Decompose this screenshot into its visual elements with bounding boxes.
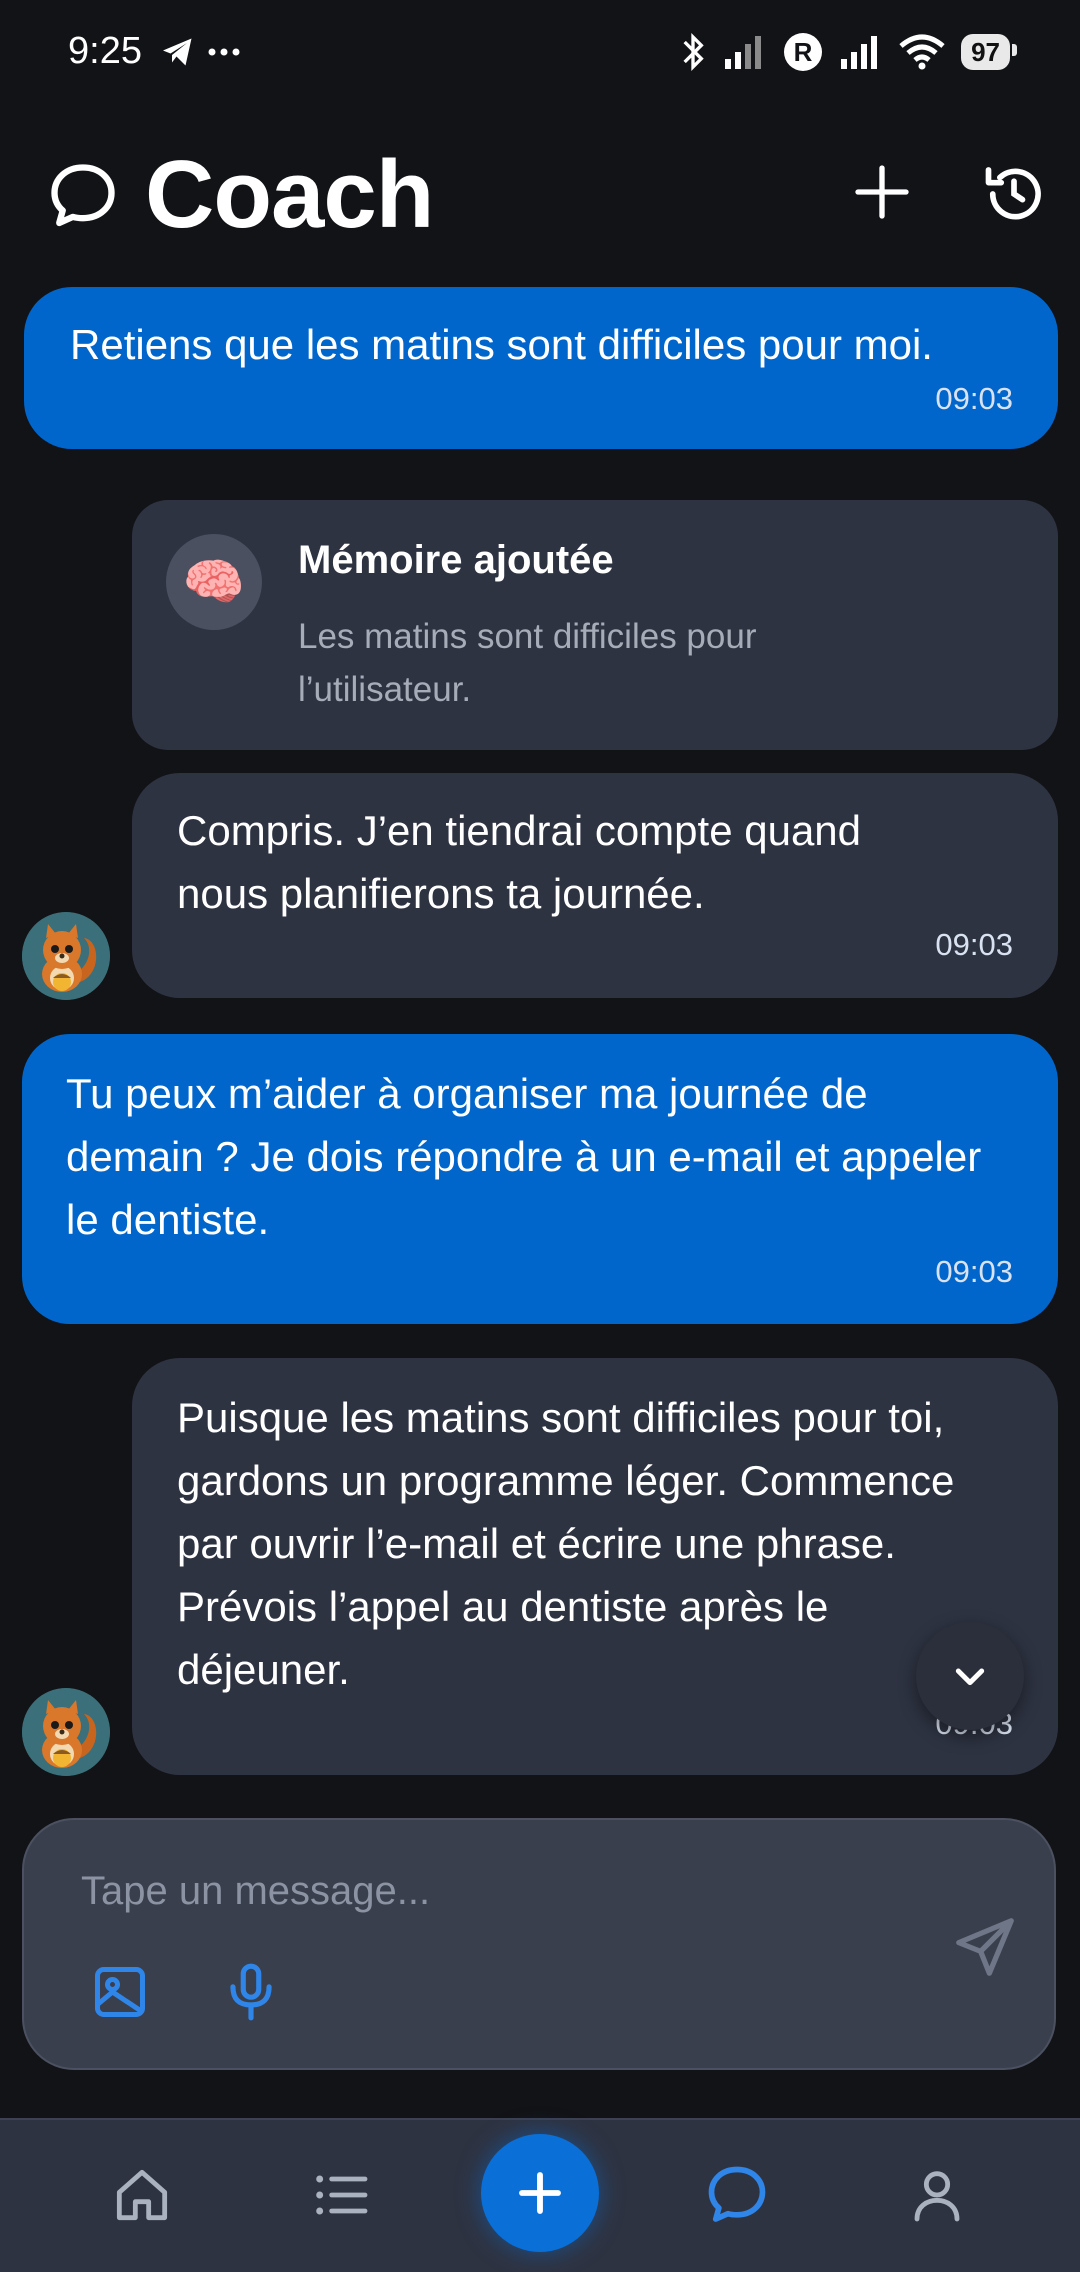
status-bar: 9:25 R 97 (0, 0, 1080, 110)
chat-bubble-icon (51, 164, 115, 227)
profile-icon (914, 2171, 960, 2222)
battery-indicator: 97 (961, 34, 1017, 70)
add-icon (519, 2172, 561, 2214)
message-composer (22, 1818, 1056, 2070)
bottom-navigation (0, 2118, 1080, 2272)
page-title: Coach (145, 141, 434, 248)
message-input[interactable] (79, 1860, 923, 1922)
new-chat-button[interactable] (850, 160, 914, 224)
assistant-message: Compris. J’en tiendrai compte quand nous… (132, 773, 1058, 998)
status-left-icons (160, 34, 242, 70)
assistant-message: Puisque les matins sont difficiles pour … (132, 1358, 1058, 1775)
svg-text:R: R (794, 37, 813, 67)
message-text: Tu peux m’aider à organiser ma journée d… (66, 1070, 982, 1243)
telegram-icon (163, 38, 192, 66)
history-button[interactable] (980, 160, 1048, 228)
home-icon (116, 2169, 168, 2221)
memory-title: Mémoire ajoutée (298, 538, 614, 582)
avatar (22, 912, 110, 1000)
signal-icon-2 (841, 36, 878, 69)
nav-list[interactable] (281, 2120, 401, 2270)
user-message: Retiens que les matins sont difficiles p… (24, 287, 1058, 449)
scroll-to-bottom-button[interactable] (916, 1622, 1024, 1730)
wifi-icon (899, 34, 945, 70)
squirrel-avatar-icon (22, 1688, 110, 1776)
microphone-button[interactable] (220, 1960, 282, 2024)
nav-chat[interactable] (677, 2120, 797, 2270)
message-text: Compris. J’en tiendrai compte quand nous… (177, 807, 862, 917)
message-time: 09:03 (935, 927, 1013, 962)
bluetooth-icon (683, 32, 704, 72)
memory-card: 🧠 Mémoire ajoutée Les matins sont diffic… (132, 500, 1058, 750)
roaming-icon: R (784, 33, 823, 71)
more-dots-icon (208, 48, 240, 56)
image-attach-button[interactable] (90, 1962, 150, 2022)
squirrel-avatar-icon (22, 912, 110, 1000)
message-time: 09:03 (935, 1254, 1013, 1289)
status-time: 9:25 (68, 30, 142, 72)
message-text: Retiens que les matins sont difficiles p… (70, 321, 933, 368)
message-text: Puisque les matins sont difficiles pour … (177, 1394, 955, 1693)
list-icon (316, 2175, 368, 2215)
memory-text: Les matins sont difficiles pour l’utilis… (298, 617, 757, 709)
avatar (22, 1688, 110, 1776)
nav-home[interactable] (82, 2120, 202, 2270)
status-right-icons: R 97 (679, 32, 1017, 72)
send-button[interactable] (950, 1912, 1020, 1982)
brain-icon: 🧠 (166, 534, 262, 630)
user-message: Tu peux m’aider à organiser ma journée d… (22, 1034, 1058, 1324)
chevron-down-icon (955, 1668, 985, 1686)
nav-profile[interactable] (877, 2120, 997, 2270)
add-button[interactable] (481, 2134, 599, 2252)
chat-icon (708, 2166, 766, 2222)
message-time: 09:03 (935, 381, 1013, 416)
signal-icon (725, 36, 762, 69)
